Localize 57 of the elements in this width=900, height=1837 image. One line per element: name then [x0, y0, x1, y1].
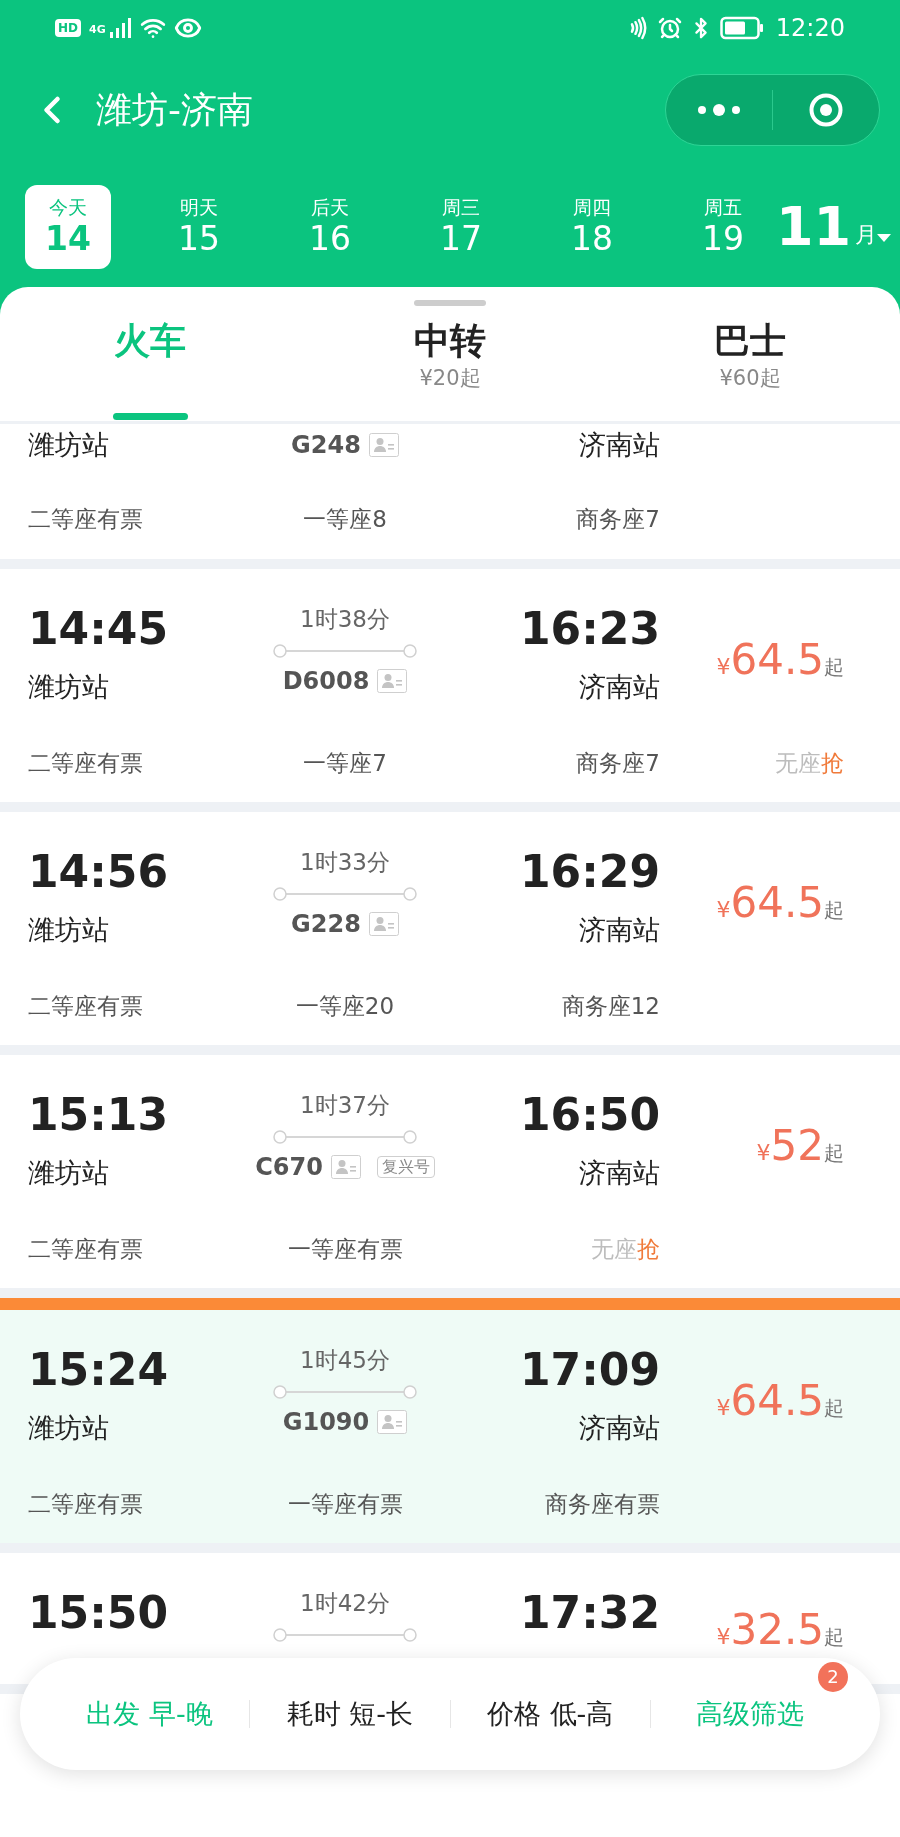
departure-time: 15:13 — [28, 1090, 170, 1140]
train-number: C670 — [255, 1152, 323, 1183]
arrival-time: 16:29 — [519, 847, 660, 897]
ticket-price: ¥64.5起 — [716, 634, 844, 686]
route-title: 潍坊-济南 — [96, 88, 253, 132]
trip-duration: 1时38分 — [300, 605, 390, 634]
seat-availability: 一等座有票 — [287, 1489, 403, 1519]
arrival-time: 17:09 — [519, 1345, 660, 1395]
seat-availability: 一等座有票 — [287, 1234, 403, 1264]
seat-availability: 商务座7 — [576, 504, 660, 534]
departure-time: 14:56 — [28, 847, 170, 897]
departure-station: 潍坊站 — [28, 428, 110, 462]
departure-time: 15:24 — [28, 1345, 170, 1395]
seat-availability: 一等座7 — [303, 748, 387, 778]
train-number: G228 — [291, 909, 361, 940]
seat-availability: 商务座有票 — [545, 1489, 660, 1519]
seat-availability: 一等座8 — [303, 504, 387, 534]
seat-availability: 商务座7 — [576, 748, 660, 778]
departure-station: 潍坊站 — [28, 1156, 110, 1190]
seat-availability: 商务座12 — [561, 991, 660, 1021]
seat-availability: 一等座20 — [295, 991, 395, 1021]
ticket-price: ¥64.5起 — [716, 877, 844, 929]
arrival-time: 17:32 — [519, 1588, 660, 1638]
departure-station: 潍坊站 — [28, 913, 110, 947]
seat-availability: 二等座有票 — [28, 991, 143, 1021]
seat-availability: 无座抢 — [591, 1234, 660, 1264]
seat-availability: 二等座有票 — [28, 1234, 143, 1264]
arrival-station: 济南站 — [579, 913, 660, 947]
departure-station: 潍坊站 — [28, 670, 110, 704]
trip-duration: 1时45分 — [300, 1346, 390, 1375]
arrival-time: 16:23 — [519, 604, 660, 654]
trip-duration: 1时42分 — [300, 1589, 390, 1618]
train-number: D6008 — [282, 666, 370, 697]
departure-station: 潍坊站 — [28, 1411, 110, 1445]
trip-duration: 1时33分 — [300, 848, 390, 877]
seat-availability: 二等座有票 — [28, 1489, 143, 1519]
arrival-station: 济南站 — [579, 1156, 660, 1190]
departure-time: 14:45 — [28, 604, 170, 654]
filter-count-badge: 2 — [818, 1661, 848, 1692]
departure-time: 15:50 — [28, 1588, 170, 1638]
network-indicator: 4G — [89, 21, 106, 38]
arrival-station: 济南站 — [579, 428, 660, 462]
seat-availability: 二等座有票 — [28, 504, 143, 534]
arrival-station: 济南站 — [579, 1411, 660, 1445]
arrival-time: 16:50 — [519, 1090, 660, 1140]
ticket-price: ¥32.5起 — [716, 1604, 844, 1656]
ticket-price: ¥64.5起 — [716, 1375, 844, 1427]
hd-indicator: HD — [55, 18, 81, 37]
arrival-station: 济南站 — [579, 670, 660, 704]
ticket-price: ¥52 起 — [756, 1120, 844, 1172]
clock-time: 12:20 — [775, 12, 845, 44]
seat-availability: 二等座有票 — [28, 748, 143, 778]
seat-availability: 无座抢 — [775, 748, 844, 778]
train-number: G1090 — [282, 1407, 370, 1438]
train-type-tag: 复兴号 — [376, 1156, 435, 1178]
train-number: G248 — [291, 430, 361, 461]
trip-duration: 1时37分 — [300, 1091, 390, 1120]
